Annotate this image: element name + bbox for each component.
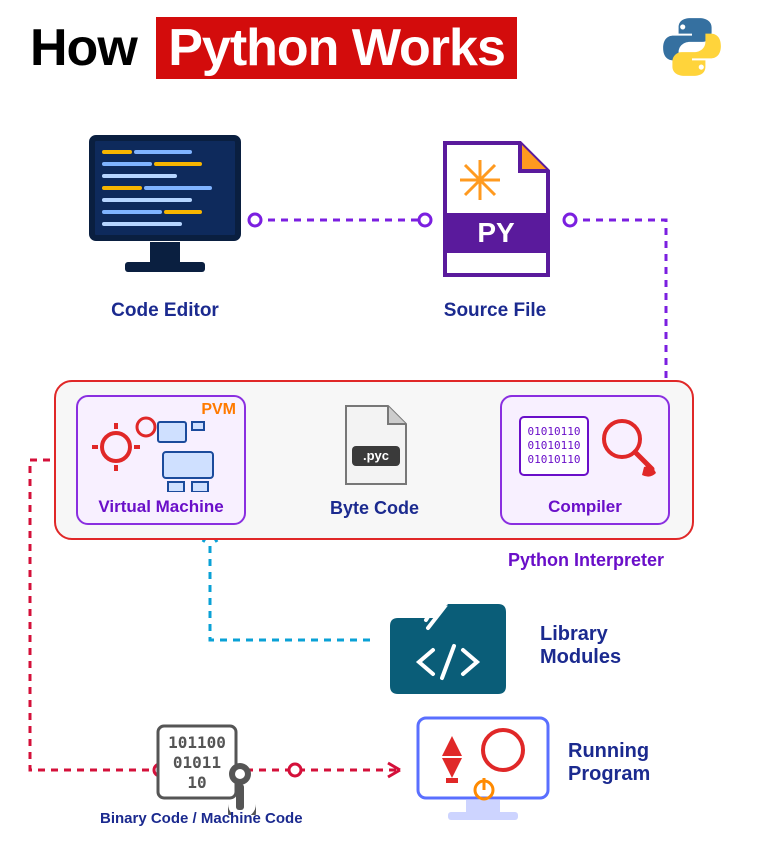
binary-code-label: Binary Code / Machine Code bbox=[100, 810, 303, 827]
virtual-machine-label: Virtual Machine bbox=[78, 497, 244, 517]
running-program-label: RunningProgram bbox=[568, 740, 650, 786]
svg-text:01011: 01011 bbox=[173, 753, 221, 772]
bytecode-file-icon: .pyc bbox=[336, 402, 414, 492]
library-modules-label: LibraryModules bbox=[540, 623, 621, 669]
compiler-box: 01010110 01010110 01010110 Compiler bbox=[500, 395, 670, 525]
compiler-label: Compiler bbox=[502, 497, 668, 517]
code-editor-label: Code Editor bbox=[100, 300, 230, 322]
svg-text:10: 10 bbox=[187, 773, 206, 792]
source-file-icon: PY bbox=[430, 135, 560, 285]
pvm-tag: PVM bbox=[201, 401, 236, 419]
source-file-label: Source File bbox=[430, 300, 560, 322]
svg-text:01010110: 01010110 bbox=[528, 453, 581, 466]
svg-text:.pyc: .pyc bbox=[363, 448, 389, 463]
code-editor-icon bbox=[80, 130, 250, 290]
library-modules-icon bbox=[378, 590, 518, 700]
python-interpreter-label: Python Interpreter bbox=[508, 550, 664, 571]
svg-text:01010110: 01010110 bbox=[528, 439, 581, 452]
svg-text:101100: 101100 bbox=[168, 733, 226, 752]
svg-text:PY: PY bbox=[477, 217, 515, 248]
binary-code-icon: 101100 01011 10 bbox=[150, 720, 280, 815]
byte-code-label: Byte Code bbox=[330, 498, 419, 519]
running-program-icon bbox=[408, 710, 558, 830]
svg-text:01010110: 01010110 bbox=[528, 425, 581, 438]
virtual-machine-box: PVM Virtual Machine bbox=[76, 395, 246, 525]
compiler-icon: 01010110 01010110 01010110 bbox=[502, 397, 672, 495]
